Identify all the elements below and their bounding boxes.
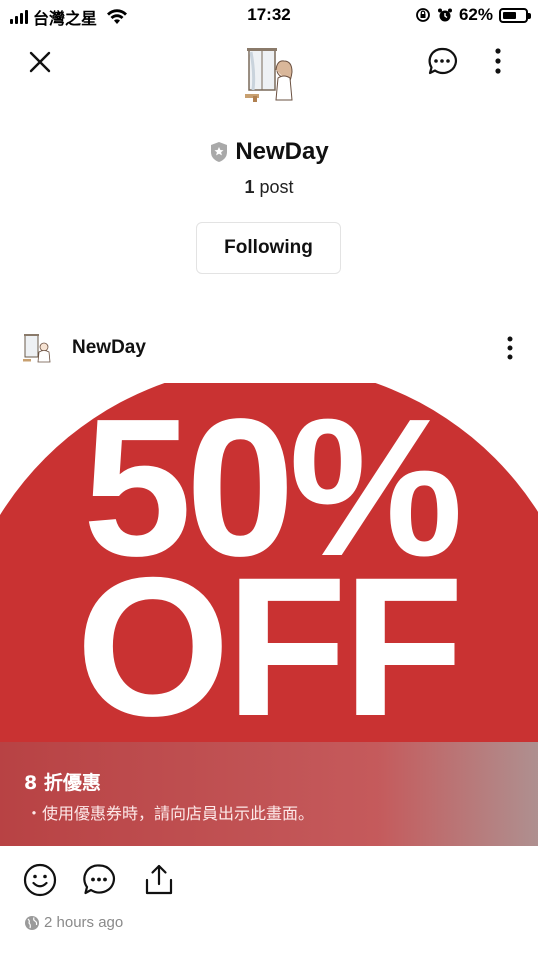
post-count-number: 1 — [244, 177, 255, 197]
globe-icon — [25, 915, 39, 930]
post-actions — [0, 862, 538, 902]
battery-icon — [499, 7, 531, 23]
rotation-lock-icon — [416, 8, 430, 22]
status-bar: 台灣之星 17:32 62% — [0, 0, 538, 32]
shield-badge-icon — [211, 142, 228, 162]
post-timestamp: 2 hours ago — [44, 914, 124, 931]
post-count-label: post — [254, 177, 294, 197]
following-button[interactable]: Following — [196, 222, 341, 274]
post-header: NewDay — [0, 330, 538, 366]
comment-icon[interactable] — [81, 862, 117, 898]
badge-off-text: OFF — [76, 536, 460, 757]
close-icon[interactable] — [26, 48, 54, 76]
more-vertical-icon[interactable] — [488, 46, 508, 78]
share-icon[interactable] — [141, 862, 177, 898]
coupon-overlay: 8 折優惠 ・使用優惠券時，請向店員出示此畫面。 — [0, 742, 538, 846]
battery-fill — [503, 11, 517, 19]
profile-name-row: NewDay — [0, 138, 538, 166]
smiley-reaction-icon[interactable] — [22, 862, 58, 898]
post-count: 1 post — [0, 177, 538, 198]
post-author-name[interactable]: NewDay — [72, 337, 146, 359]
coupon-title: 8 折優惠 — [24, 772, 101, 794]
profile-avatar — [245, 48, 293, 102]
chat-bubble-icon[interactable] — [426, 46, 458, 78]
timestamp-row: 2 hours ago — [24, 914, 123, 931]
post-more-icon[interactable] — [500, 334, 520, 362]
top-bar — [0, 36, 538, 106]
profile-name: NewDay — [235, 138, 329, 165]
battery-percent: 62% — [458, 5, 493, 24]
coupon-description: ・使用優惠券時，請向店員出示此畫面。 — [26, 804, 315, 823]
status-right: 62% — [415, 5, 531, 25]
post-author-avatar[interactable] — [22, 332, 52, 364]
alarm-icon — [437, 8, 452, 22]
